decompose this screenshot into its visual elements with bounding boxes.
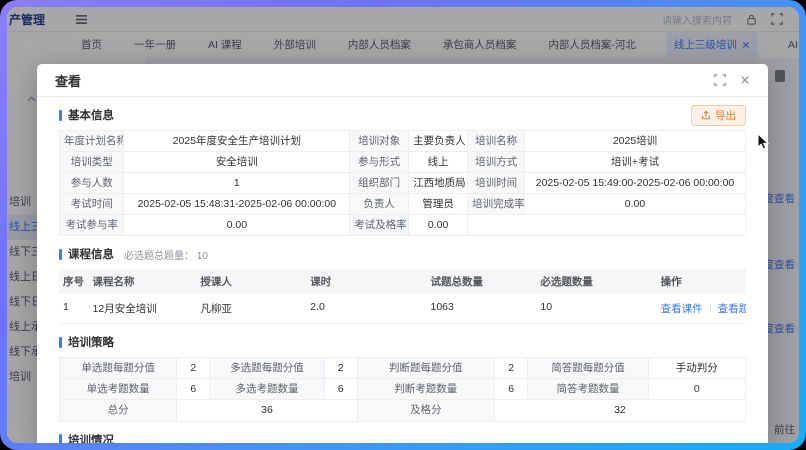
column-header: 序号 xyxy=(59,269,89,294)
field-label: 培训对象 xyxy=(350,131,409,152)
field-value: 0.00 xyxy=(409,215,468,236)
dialog-title: 查看 xyxy=(55,71,81,90)
field-label: 组织部门 xyxy=(350,173,409,194)
field-value: 0.00 xyxy=(124,215,350,236)
field-value: 培训+考试 xyxy=(525,152,746,173)
field-value: 6 xyxy=(495,379,529,400)
course-info-title: 课程信息 xyxy=(68,246,114,262)
field-label: 培训名称 xyxy=(468,131,525,152)
field-label: 判断考题数量 xyxy=(358,379,495,400)
view-dialog: 查看 基本信息 xyxy=(37,64,768,443)
total-score-label: 总分 xyxy=(60,400,177,421)
dialog-body: 基本信息 导出 年度计划名称 2025年度安全生产培训计划 培训对象 主要负责人 xyxy=(37,97,768,443)
divider xyxy=(710,304,711,313)
section-course-info: 课程信息 必选题总题量： 10 序号 课程名称 授课人 课时 试题总数量 必选题… xyxy=(59,243,746,324)
export-button[interactable]: 导出 xyxy=(691,105,746,126)
field-label: 参与形式 xyxy=(350,152,409,173)
field-value: 0.00 xyxy=(525,194,746,215)
section-accent-bar xyxy=(59,337,62,348)
field-label: 考试及格率 xyxy=(350,215,409,236)
field-value: 2025培训 xyxy=(525,131,746,152)
column-header: 授课人 xyxy=(196,269,306,294)
course-index: 1 xyxy=(59,294,89,324)
required-question-total: 必选题总题量： 10 xyxy=(124,247,208,262)
field-value: 2025-02-05 15:48:31-2025-02-06 00:00:00 xyxy=(124,194,350,215)
column-header: 操作 xyxy=(657,269,746,294)
course-hours: 2.0 xyxy=(306,294,426,324)
pass-score-value: 32 xyxy=(495,400,746,421)
section-accent-bar xyxy=(59,434,62,443)
field-label: 参与人数 xyxy=(60,173,124,194)
field-value: 2 xyxy=(495,358,529,379)
field-label: 培训类型 xyxy=(60,152,124,173)
app-window: 产管理 请输入搜索内容 首页 一年一册 AI 课程 外部培训 内部人员档案 承包… xyxy=(7,7,799,443)
section-strategy: 培训策略 单选题每题分值 2 多选题每题分值 2 判断题每题分值 2 简答题每题… xyxy=(59,331,746,421)
screenshot-frame: 产管理 请输入搜索内容 首页 一年一册 AI 课程 外部培训 内部人员档案 承包… xyxy=(0,0,806,450)
course-required-count: 10 xyxy=(536,294,656,324)
total-score-value: 36 xyxy=(177,400,357,421)
field-value: 主要负责人 xyxy=(409,131,468,152)
dialog-fullscreen-icon[interactable] xyxy=(714,74,726,86)
course-teacher: 凡柳亚 xyxy=(196,294,306,324)
field-value: 6 xyxy=(325,379,358,400)
field-label: 年度计划名称 xyxy=(60,131,124,152)
column-header: 课时 xyxy=(306,269,426,294)
field-value: 2025年度安全生产培训计划 xyxy=(124,131,350,152)
field-value: 手动判分 xyxy=(649,358,746,379)
strategy-title: 培训策略 xyxy=(68,334,114,350)
empty-cell xyxy=(468,215,746,236)
field-value: 线上 xyxy=(409,152,468,173)
field-value: 江西地质局 xyxy=(409,173,468,194)
field-value: 1 xyxy=(124,173,350,194)
column-header: 必选题数量 xyxy=(536,269,656,294)
field-label: 简答考题数量 xyxy=(528,379,648,400)
field-value: 2025-02-05 15:49:00-2025-02-06 00:00:00 xyxy=(525,173,746,194)
field-value: 2 xyxy=(325,358,358,379)
section-basic-info: 基本信息 导出 年度计划名称 2025年度安全生产培训计划 培训对象 主要负责人 xyxy=(59,104,746,236)
field-label: 判断题每题分值 xyxy=(358,358,495,379)
field-label: 考试时间 xyxy=(60,194,124,215)
section-accent-bar xyxy=(59,110,62,121)
column-header: 试题总数量 xyxy=(427,269,537,294)
section-accent-bar xyxy=(59,249,62,260)
field-label: 培训完成率 xyxy=(468,194,525,215)
situation-title: 培训情况 xyxy=(68,432,114,444)
course-question-total: 1063 xyxy=(427,294,537,324)
section-situation: 培训情况 姓名 部门 请选择 xyxy=(59,429,746,444)
field-value: 6 xyxy=(177,379,210,400)
field-value: 2 xyxy=(177,358,210,379)
view-courseware-link[interactable]: 查看课件 xyxy=(661,303,703,315)
course-table: 序号 课程名称 授课人 课时 试题总数量 必选题数量 操作 1 12月安全培训 … xyxy=(59,269,746,324)
field-label: 负责人 xyxy=(350,194,409,215)
field-label: 多选题每题分值 xyxy=(210,358,325,379)
field-label: 多选考题数量 xyxy=(210,379,325,400)
field-label: 培训时间 xyxy=(468,173,525,194)
strategy-totals: 总分 36 及格分 32 xyxy=(59,400,746,421)
field-label: 培训方式 xyxy=(468,152,525,173)
column-header: 课程名称 xyxy=(89,269,197,294)
dialog-header: 查看 xyxy=(37,64,768,97)
course-name: 12月安全培训 xyxy=(89,294,197,324)
field-value: 0 xyxy=(649,379,746,400)
pass-score-label: 及格分 xyxy=(358,400,495,421)
dialog-close-icon[interactable] xyxy=(740,75,750,85)
course-actions: 查看课件 查看题库 xyxy=(657,294,746,324)
field-label: 考试参与率 xyxy=(60,215,124,236)
basic-info-table: 年度计划名称 2025年度安全生产培训计划 培训对象 主要负责人 培训名称 20… xyxy=(59,130,746,236)
view-question-bank-link[interactable]: 查看题库 xyxy=(718,303,746,315)
field-label: 单选考题数量 xyxy=(60,379,177,400)
field-label: 单选题每题分值 xyxy=(60,358,177,379)
field-value: 安全培训 xyxy=(124,152,350,173)
strategy-table: 单选题每题分值 2 多选题每题分值 2 判断题每题分值 2 简答题每题分值 手动… xyxy=(59,357,746,400)
basic-info-title: 基本信息 xyxy=(68,107,114,123)
field-value: 管理员 xyxy=(409,194,468,215)
export-icon xyxy=(701,110,711,120)
field-label: 简答题每题分值 xyxy=(528,358,648,379)
